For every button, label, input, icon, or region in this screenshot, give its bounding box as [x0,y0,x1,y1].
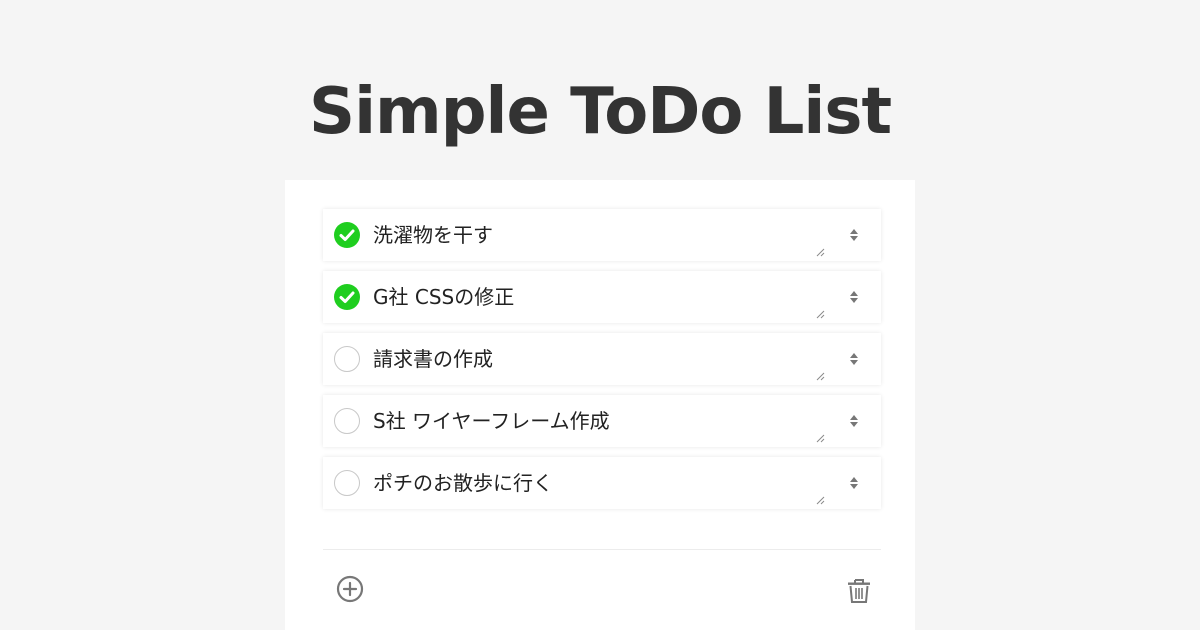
sort-handle-icon[interactable] [849,227,859,243]
todo-label[interactable]: ポチのお散歩に行く [373,457,553,509]
unchecked-icon[interactable] [334,408,360,434]
unchecked-icon[interactable] [334,470,360,496]
sort-handle-icon[interactable] [849,289,859,305]
todo-label[interactable]: G社 CSSの修正 [373,271,514,323]
trash-icon[interactable] [845,576,873,604]
resize-handle-icon[interactable] [815,433,825,443]
page-title: Simple ToDo List [308,75,892,149]
todo-item[interactable]: 洗濯物を干す [323,209,881,261]
sort-handle-icon[interactable] [849,351,859,367]
checked-icon[interactable] [334,222,360,248]
resize-handle-icon[interactable] [815,371,825,381]
todo-card: 洗濯物を干す G社 CSSの修正 請求書の作成 S社 ワイヤーフレーム作成 ポチ… [285,180,915,630]
todo-label[interactable]: S社 ワイヤーフレーム作成 [373,395,610,447]
checked-icon[interactable] [334,284,360,310]
todo-label[interactable]: 洗濯物を干す [373,209,493,261]
sort-handle-icon[interactable] [849,413,859,429]
resize-handle-icon[interactable] [815,309,825,319]
resize-handle-icon[interactable] [815,495,825,505]
todo-item[interactable]: 請求書の作成 [323,333,881,385]
todo-item[interactable]: ポチのお散歩に行く [323,457,881,509]
todo-label[interactable]: 請求書の作成 [373,333,493,385]
todo-item[interactable]: G社 CSSの修正 [323,271,881,323]
todo-list: 洗濯物を干す G社 CSSの修正 請求書の作成 S社 ワイヤーフレーム作成 ポチ… [323,209,881,519]
unchecked-icon[interactable] [334,346,360,372]
plus-circle-icon[interactable] [335,574,365,604]
divider [323,549,881,550]
sort-handle-icon[interactable] [849,475,859,491]
resize-handle-icon[interactable] [815,247,825,257]
todo-item[interactable]: S社 ワイヤーフレーム作成 [323,395,881,447]
